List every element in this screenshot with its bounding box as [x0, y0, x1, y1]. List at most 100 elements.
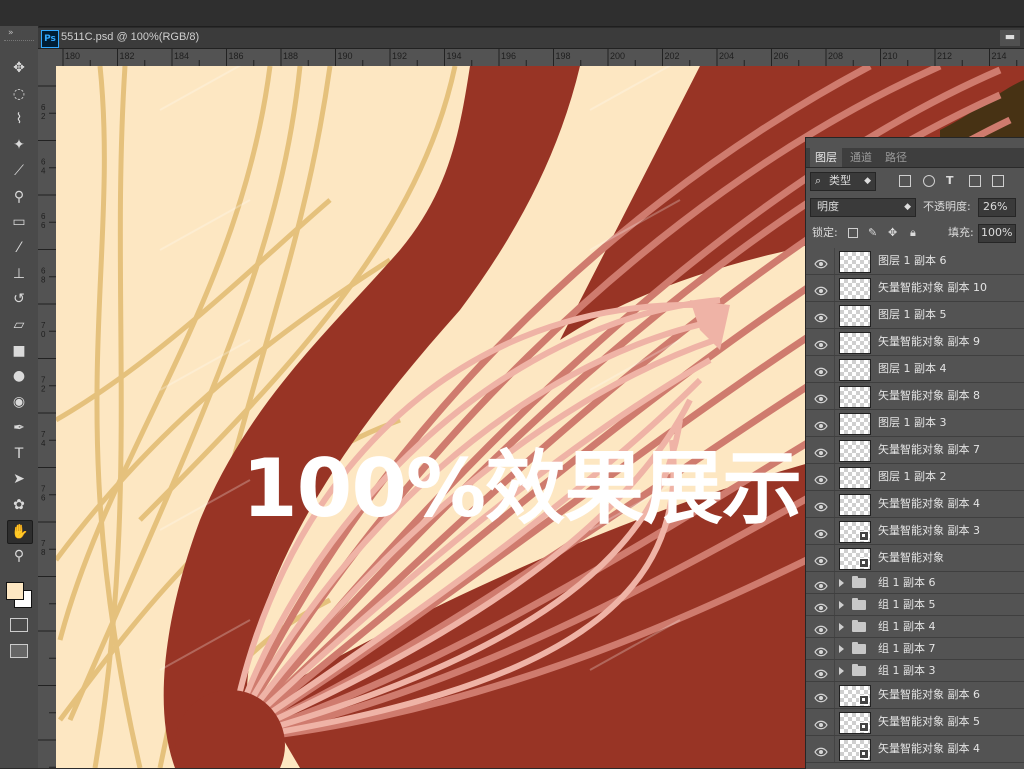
layer-row[interactable]: 矢量智能对象 副本 7 [806, 437, 1024, 464]
layer-name[interactable]: 图层 1 副本 4 [878, 356, 947, 382]
zoom-tool[interactable]: ⚲ [7, 545, 31, 567]
layer-name[interactable]: 矢量智能对象 副本 4 [878, 736, 980, 762]
layer-group-row[interactable]: 组 1 副本 5 [806, 594, 1024, 616]
lock-move-icon[interactable]: ✥ [888, 225, 897, 241]
visibility-eye-icon[interactable] [814, 417, 828, 431]
stamp-tool[interactable]: ⊥ [7, 263, 31, 285]
visibility-eye-icon[interactable] [814, 255, 828, 269]
opacity-field[interactable]: 26% [978, 198, 1016, 217]
layer-row[interactable]: 矢量智能对象 副本 8 [806, 383, 1024, 410]
expand-arrow-icon[interactable] [839, 578, 844, 587]
tab-layers[interactable]: 图层 [810, 148, 842, 167]
layer-thumbnail[interactable] [839, 712, 871, 734]
layer-name[interactable]: 图层 1 副本 5 [878, 302, 947, 328]
layer-name[interactable]: 图层 1 副本 3 [878, 410, 947, 436]
lasso-tool[interactable]: ⌇ [7, 108, 31, 130]
visibility-eye-icon[interactable] [814, 282, 828, 296]
visibility-eye-icon[interactable] [814, 643, 828, 656]
layer-thumbnail[interactable] [839, 467, 871, 489]
lock-paint-icon[interactable]: ✎ [868, 225, 877, 241]
visibility-eye-icon[interactable] [814, 552, 828, 566]
layer-row[interactable]: 矢量智能对象 副本 3 [806, 518, 1024, 545]
layer-row[interactable]: 矢量智能对象 副本 10 [806, 275, 1024, 302]
layer-row[interactable]: 矢量智能对象 副本 5 [806, 709, 1024, 736]
layer-thumbnail[interactable] [839, 332, 871, 354]
toolbar-grip[interactable] [4, 40, 34, 44]
expand-arrow-icon[interactable] [839, 644, 844, 653]
layer-row[interactable]: 图层 1 副本 6 [806, 248, 1024, 275]
visibility-eye-icon[interactable] [814, 577, 828, 590]
type-filter-icon[interactable]: T [946, 173, 954, 189]
layer-thumbnail[interactable] [839, 386, 871, 408]
visibility-eye-icon[interactable] [814, 665, 828, 678]
layer-name[interactable]: 矢量智能对象 副本 6 [878, 682, 980, 708]
visibility-eye-icon[interactable] [814, 336, 828, 350]
pen-tool[interactable]: ✒ [7, 417, 31, 439]
layer-name[interactable]: 矢量智能对象 副本 10 [878, 275, 987, 301]
layer-group-row[interactable]: 组 1 副本 4 [806, 616, 1024, 638]
layer-row[interactable]: 图层 1 副本 5 [806, 302, 1024, 329]
dodge-tool[interactable]: ◉ [7, 391, 31, 413]
vertical-ruler[interactable]: 626466687072747678 [38, 66, 57, 768]
layer-name[interactable]: 组 1 副本 3 [878, 660, 936, 681]
shape-tool[interactable]: ✿ [7, 494, 31, 516]
visibility-eye-icon[interactable] [814, 689, 828, 703]
visibility-eye-icon[interactable] [814, 444, 828, 458]
layer-thumbnail[interactable] [839, 305, 871, 327]
layer-row[interactable]: 矢量智能对象 副本 4 [806, 736, 1024, 763]
minimize-button[interactable]: ▬ [1000, 30, 1020, 46]
layer-name[interactable]: 图层 1 副本 6 [878, 248, 947, 274]
layer-name[interactable]: 组 1 副本 4 [878, 616, 936, 637]
pixel-filter-icon[interactable] [899, 175, 911, 187]
layer-row[interactable]: 矢量智能对象 [806, 545, 1024, 572]
layer-name[interactable]: 矢量智能对象 副本 9 [878, 329, 980, 355]
layer-row[interactable]: 矢量智能对象 副本 9 [806, 329, 1024, 356]
layer-row[interactable]: 图层 1 副本 4 [806, 356, 1024, 383]
visibility-eye-icon[interactable] [814, 621, 828, 634]
fill-field[interactable]: 100% [978, 224, 1016, 243]
layer-name[interactable]: 矢量智能对象 副本 8 [878, 383, 980, 409]
layer-group-row[interactable]: 组 1 副本 7 [806, 638, 1024, 660]
blur-tool[interactable]: ● [7, 365, 31, 387]
history-brush-tool[interactable]: ↺ [7, 288, 31, 310]
visibility-eye-icon[interactable] [814, 471, 828, 485]
eraser-tool[interactable]: ▱ [7, 314, 31, 336]
visibility-eye-icon[interactable] [814, 525, 828, 539]
layer-name[interactable]: 图层 1 副本 2 [878, 464, 947, 490]
magic-wand-tool[interactable]: ✦ [7, 134, 31, 156]
layer-thumbnail[interactable] [839, 278, 871, 300]
layer-name[interactable]: 矢量智能对象 副本 4 [878, 491, 980, 517]
marquee-tool[interactable]: ◌ [7, 83, 31, 105]
visibility-eye-icon[interactable] [814, 716, 828, 730]
move-tool[interactable]: ✥ [7, 57, 31, 79]
layer-group-row[interactable]: 组 1 副本 3 [806, 660, 1024, 682]
blend-mode-select[interactable]: 明度 ◆ [810, 198, 916, 217]
smart-object-filter-icon[interactable] [992, 175, 1004, 187]
layer-thumbnail[interactable] [839, 685, 871, 707]
layer-name[interactable]: 组 1 副本 7 [878, 638, 936, 659]
layer-name[interactable]: 矢量智能对象 副本 7 [878, 437, 980, 463]
visibility-eye-icon[interactable] [814, 309, 828, 323]
layer-thumbnail[interactable] [839, 494, 871, 516]
path-selection-tool[interactable]: ➤ [7, 468, 31, 490]
visibility-eye-icon[interactable] [814, 390, 828, 404]
crop-tool[interactable]: ⟋ [7, 160, 31, 182]
lock-all-icon[interactable]: 🔒︎ [910, 225, 916, 241]
lock-transparent-icon[interactable] [848, 228, 858, 238]
gradient-tool[interactable]: ■ [7, 340, 31, 362]
adjustment-filter-icon[interactable] [923, 175, 935, 187]
expand-arrow-icon[interactable] [839, 666, 844, 675]
layer-name[interactable]: 矢量智能对象 副本 5 [878, 709, 980, 735]
ruler-origin[interactable] [38, 49, 57, 67]
visibility-eye-icon[interactable] [814, 363, 828, 377]
document-title[interactable]: 5511C.psd @ 100%(RGB/8) [61, 31, 199, 43]
brush-tool[interactable]: ⁄ [7, 237, 31, 259]
layer-name[interactable]: 矢量智能对象 [878, 545, 944, 571]
layer-name[interactable]: 矢量智能对象 副本 3 [878, 518, 980, 544]
layer-row[interactable]: 图层 1 副本 3 [806, 410, 1024, 437]
eyedropper-tool[interactable]: ⚲ [7, 186, 31, 208]
layer-thumbnail[interactable] [839, 548, 871, 570]
layer-group-row[interactable]: 组 1 副本 6 [806, 572, 1024, 594]
layer-thumbnail[interactable] [839, 440, 871, 462]
quick-mask-icon[interactable] [10, 618, 28, 632]
